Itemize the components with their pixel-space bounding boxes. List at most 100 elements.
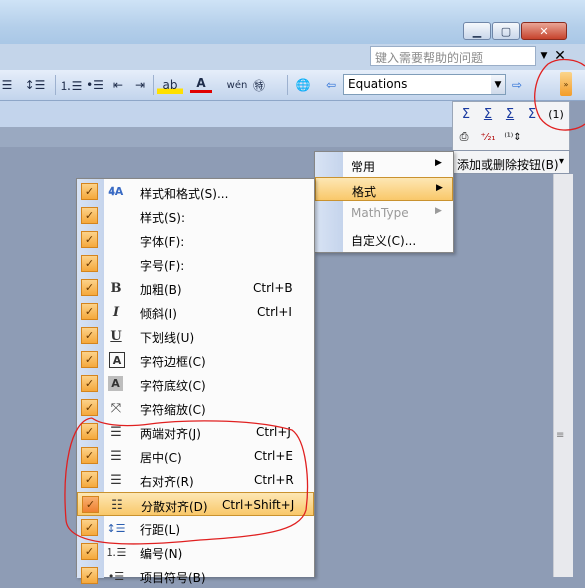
menu-item-distribute[interactable]: ✓ ☷ 分散对齐(D) Ctrl+Shift+J (77, 492, 314, 516)
menu-item-label: 右对齐(R) (140, 475, 194, 489)
chevron-down-icon[interactable]: ▼ (491, 75, 505, 94)
back-arrow-icon[interactable]: ⇦ (324, 76, 338, 94)
distribute-icon: ☷ (111, 497, 123, 513)
ruler-band (0, 101, 455, 127)
enclose-char-icon[interactable]: ㊕ (250, 76, 268, 94)
bullets-icon[interactable]: •☰ (84, 76, 106, 94)
check-icon: ✓ (81, 183, 98, 200)
help-dropdown-icon[interactable]: ▼ (537, 46, 551, 66)
numbering-icon[interactable]: ⒈☰ (60, 76, 83, 94)
line-spacing-icon[interactable]: ↕☰ (20, 76, 50, 94)
equation-number-icon[interactable]: (1) (545, 104, 567, 124)
menu-item-line-spacing[interactable]: ✓ ↕☰ 行距(L) (77, 516, 314, 540)
menu-item-label: 加粗(B) (140, 283, 182, 297)
menu-item-align-right[interactable]: ✓ ☰ 右对齐(R) Ctrl+R (77, 468, 314, 492)
menu-item-char-scale[interactable]: ✓ ⤧ 字符缩放(C) (77, 396, 314, 420)
close-icon: ✕ (539, 24, 549, 38)
check-icon: ✓ (81, 423, 98, 440)
toolbar-separator (55, 75, 56, 95)
menu-item-shortcut: Ctrl+I (257, 305, 292, 319)
sum-icon[interactable]: Σ (457, 104, 475, 124)
phonetic-guide-icon[interactable]: wén (226, 76, 248, 94)
menu-item-font[interactable]: ✓ 字体(F): (77, 228, 314, 252)
insert-chapter-icon[interactable]: ⎙ (455, 127, 473, 147)
chevron-right-icon: ▶ (435, 206, 442, 216)
check-icon: ✓ (81, 471, 98, 488)
document-gap (0, 127, 455, 147)
menu-item-label: 倾斜(I) (140, 307, 177, 321)
menu-item-shortcut: Ctrl+R (254, 473, 294, 487)
vertical-scrollbar[interactable] (553, 174, 573, 577)
minimize-icon: ▁ (472, 24, 482, 38)
menu-item-shortcut: Ctrl+J (256, 425, 291, 439)
sum-icon[interactable]: Σ (501, 104, 519, 124)
menu-item-label: 字符缩放(C) (140, 403, 206, 417)
equation-select-value: Equations (348, 77, 408, 91)
check-icon: ✓ (81, 375, 98, 392)
highlight-icon[interactable]: ab (157, 76, 183, 94)
menu-item-italic[interactable]: ✓ I 倾斜(I) Ctrl+I (77, 300, 314, 324)
submenu-item-common[interactable]: 常用 ▶ (315, 153, 453, 177)
menu-item-styles-formatting[interactable]: ✓ 𝟒A 样式和格式(S)... (77, 180, 314, 204)
numbering-icon: ⒈☰ (105, 546, 127, 559)
submenu-item-label: 格式 (352, 185, 377, 199)
chevron-right-icon: ▶ (436, 183, 443, 193)
help-search-input[interactable]: 键入需要帮助的问题 (370, 46, 536, 66)
format-buttons-menu: ✓ 𝟒A 样式和格式(S)... ✓ 样式(S): ✓ 字体(F): ✓ 字号(… (76, 178, 315, 585)
forward-arrow-icon[interactable]: ⇨ (510, 76, 524, 94)
check-icon: ✓ (81, 543, 98, 560)
menu-item-font-size[interactable]: ✓ 字号(F): (77, 252, 314, 276)
submenu-item-format[interactable]: 格式 ▶ (315, 177, 453, 201)
menu-item-underline[interactable]: ✓ U 下划线(U) (77, 324, 314, 348)
font-color-icon[interactable]: A (190, 76, 212, 93)
menu-item-label: 样式和格式(S)... (140, 187, 229, 201)
close-button[interactable]: ✕ (521, 22, 567, 40)
menu-item-align-center[interactable]: ✓ ☰ 居中(C) Ctrl+E (77, 444, 314, 468)
close-doc-icon[interactable]: ✕ (553, 46, 567, 66)
submenu-item-customize[interactable]: 自定义(C)... (315, 227, 453, 251)
check-icon: ✓ (81, 255, 98, 272)
bold-icon: B (110, 280, 122, 296)
menu-item-numbering[interactable]: ✓ ⒈☰ 编号(N) (77, 540, 314, 564)
menu-item-label: 分散对齐(D) (141, 500, 208, 514)
menu-item-label: 两端对齐(J) (140, 427, 201, 441)
decrease-indent-icon[interactable]: ⇤ (108, 76, 128, 94)
menu-item-bullets[interactable]: ✓ •☰ 项目符号(B) (77, 564, 314, 588)
maximize-button[interactable]: ▢ (492, 22, 520, 40)
overflow-chevron-icon: » (563, 79, 569, 89)
check-icon: ✓ (81, 207, 98, 224)
format-equation-icon[interactable]: ⁺⁄₂₁ (477, 127, 499, 147)
styles-icon: 𝟒A (108, 185, 124, 198)
menu-item-char-shading[interactable]: ✓ A 字符底纹(C) (77, 372, 314, 396)
equation-select[interactable]: Equations ▼ (343, 74, 506, 95)
menu-item-label: 居中(C) (140, 451, 182, 465)
minimize-button[interactable]: ▁ (463, 22, 491, 40)
line-spacing-icon: ↕☰ (106, 521, 126, 535)
check-icon: ✓ (81, 519, 98, 536)
globe-icon[interactable]: 🌐 (292, 76, 314, 94)
justify-icon: ☰ (110, 424, 122, 440)
menu-item-style[interactable]: ✓ 样式(S): (77, 204, 314, 228)
increase-indent-icon[interactable]: ⇥ (130, 76, 150, 94)
menu-item-label: 项目符号(B) (140, 571, 206, 585)
sum-icon[interactable]: Σ (479, 104, 497, 124)
underline-icon: U (110, 328, 122, 344)
menu-item-justify[interactable]: ✓ ☰ 两端对齐(J) Ctrl+J (77, 420, 314, 444)
check-icon: ✓ (81, 279, 98, 296)
bullets-icon: •☰ (107, 569, 125, 583)
submenu-item-mathtype[interactable]: MathType ▶ (315, 201, 453, 225)
toolbar-options-button[interactable]: » (560, 72, 572, 96)
scroll-grip-icon[interactable]: ≡ (556, 430, 564, 441)
menu-item-label: 样式(S): (140, 211, 186, 225)
distribute-align-icon[interactable]: ☰ (0, 76, 14, 94)
menu-item-label: 行距(L) (140, 523, 181, 537)
check-icon: ✓ (81, 327, 98, 344)
update-numbers-icon[interactable]: ⁽¹⁾⇕ (501, 127, 525, 147)
menu-item-shortcut: Ctrl+Shift+J (222, 498, 295, 512)
menu-item-char-border[interactable]: ✓ A 字符边框(C) (77, 348, 314, 372)
sum-icon[interactable]: Σ (523, 104, 541, 124)
add-remove-buttons[interactable]: 添加或删除按钮(B) ▾ (452, 150, 570, 174)
add-remove-label: 添加或删除按钮(B) (457, 158, 559, 172)
menu-item-bold[interactable]: ✓ B 加粗(B) Ctrl+B (77, 276, 314, 300)
italic-icon: I (112, 304, 120, 320)
